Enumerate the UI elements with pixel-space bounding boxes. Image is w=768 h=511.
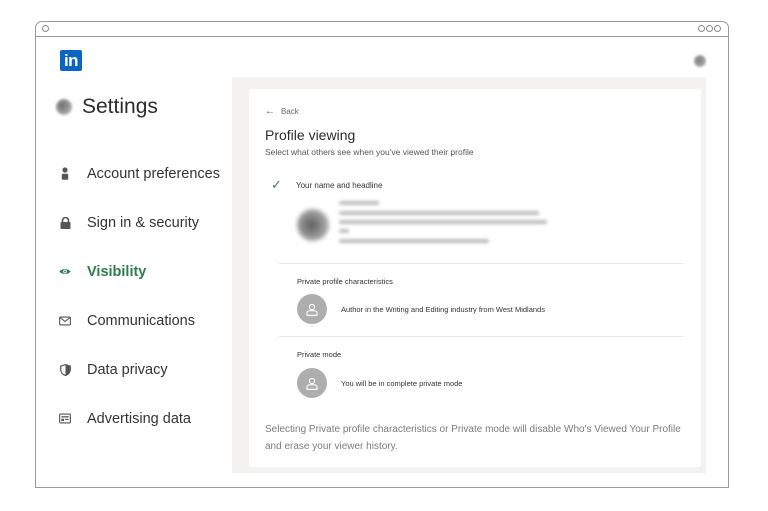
page-subtitle: Select what others see when you've viewe… [265, 147, 474, 157]
sidebar-item-label: Communications [87, 312, 195, 329]
settings-sidebar: Settings Account preferences Sign in & s… [36, 77, 232, 487]
sidebar-item-label: Visibility [87, 263, 147, 280]
page-title: Profile viewing [265, 127, 356, 143]
settings-title: Settings [82, 95, 158, 118]
top-navbar: in [36, 37, 728, 77]
option-label: Your name and headline [296, 180, 383, 190]
sidebar-item-visibility[interactable]: Visibility [59, 247, 220, 296]
sidebar-item-account-preferences[interactable]: Account preferences [59, 149, 220, 198]
settings-nav: Account preferences Sign in & security V… [59, 149, 220, 443]
sidebar-item-sign-in-security[interactable]: Sign in & security [59, 198, 220, 247]
envelope-icon [59, 315, 71, 327]
window-dot-icon[interactable] [714, 25, 721, 32]
option-label-private-characteristics[interactable]: Private profile characteristics [297, 277, 393, 286]
linkedin-logo[interactable]: in [60, 50, 82, 71]
blurred-text-line [339, 239, 489, 243]
shield-icon [59, 363, 71, 376]
settings-header: Settings [56, 95, 158, 119]
arrow-left-icon: ← [265, 106, 275, 117]
blurred-text-line [339, 220, 547, 224]
sidebar-item-communications[interactable]: Communications [59, 296, 220, 345]
option-private-mode[interactable]: You will be in complete private mode [297, 368, 462, 398]
blurred-profile-preview [297, 199, 547, 254]
main-content: ← Back Profile viewing Select what other… [232, 77, 706, 473]
blurred-text-line [339, 229, 349, 233]
sidebar-item-label: Sign in & security [87, 214, 200, 231]
profile-avatar [56, 99, 72, 115]
ad-card-icon [59, 413, 71, 425]
window-titlebar [36, 22, 728, 37]
window-dot-icon[interactable] [706, 25, 713, 32]
footnote-text: Selecting Private profile characteristic… [265, 424, 681, 452]
ghost-avatar-icon [297, 368, 327, 398]
divider [279, 336, 683, 337]
sidebar-item-label: Advertising data [87, 410, 191, 427]
back-button[interactable]: ← Back [265, 106, 299, 117]
sidebar-item-data-privacy[interactable]: Data privacy [59, 345, 220, 394]
checkmark-icon: ✓ [271, 177, 282, 192]
sidebar-item-label: Account preferences [87, 165, 220, 182]
blurred-avatar [297, 209, 329, 241]
user-avatar[interactable] [694, 55, 706, 67]
sidebar-item-label: Data privacy [87, 361, 168, 378]
lock-icon [59, 216, 71, 229]
window-control-icon[interactable] [42, 25, 49, 32]
sidebar-item-advertising-data[interactable]: Advertising data [59, 394, 220, 443]
ghost-avatar-icon [297, 294, 327, 324]
option-name-headline[interactable]: ✓ Your name and headline [271, 177, 382, 193]
option-description: Author in the Writing and Editing indust… [341, 304, 545, 314]
window-dot-icon[interactable] [698, 25, 705, 32]
divider [279, 263, 683, 264]
browser-window: in Settings Account preferences Sign in … [35, 21, 729, 488]
option-private-characteristics[interactable]: Author in the Writing and Editing indust… [297, 294, 545, 324]
back-label: Back [281, 107, 299, 116]
person-icon [59, 167, 71, 180]
option-description: You will be in complete private mode [341, 378, 463, 388]
blurred-text-line [339, 211, 539, 215]
option-label-private-mode[interactable]: Private mode [297, 350, 341, 359]
blurred-text-line [339, 201, 379, 205]
eye-icon [59, 266, 71, 278]
profile-viewing-card: ← Back Profile viewing Select what other… [249, 89, 701, 467]
